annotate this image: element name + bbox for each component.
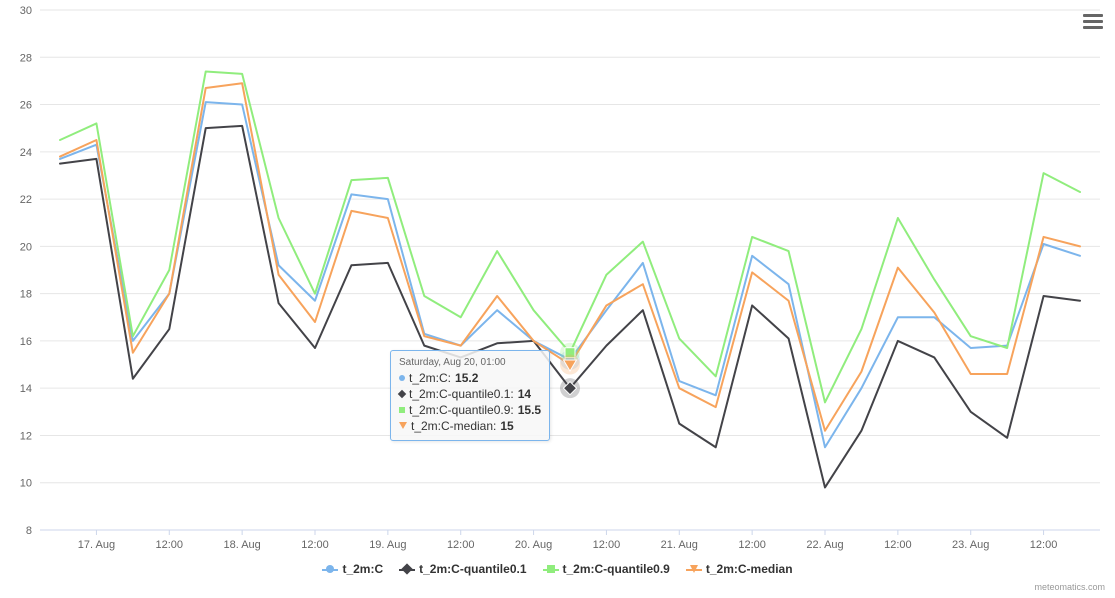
svg-text:26: 26: [20, 100, 32, 112]
svg-text:22. Aug: 22. Aug: [806, 539, 843, 551]
svg-text:23. Aug: 23. Aug: [952, 539, 989, 551]
svg-text:18: 18: [20, 289, 32, 301]
svg-text:12:00: 12:00: [301, 539, 329, 551]
legend-item[interactable]: t_2m:C-median: [686, 562, 793, 576]
legend-item[interactable]: t_2m:C-quantile0.1: [399, 562, 526, 576]
svg-text:14: 14: [20, 383, 32, 395]
svg-text:20: 20: [20, 241, 32, 253]
svg-text:16: 16: [20, 336, 32, 348]
hamburger-menu-icon[interactable]: [1081, 10, 1105, 32]
svg-text:12: 12: [20, 430, 32, 442]
svg-text:22: 22: [20, 194, 32, 206]
svg-text:12:00: 12:00: [593, 539, 621, 551]
svg-text:10: 10: [20, 478, 32, 490]
svg-text:24: 24: [20, 147, 32, 159]
chart-plot-area[interactable]: 8 10 12 14 16 18 20 22 24 26 28 30 17. Aug 12:00 18. A…: [0, 0, 1115, 598]
svg-text:17. Aug: 17. Aug: [78, 539, 115, 551]
legend-label: t_2m:C-quantile0.1: [419, 562, 526, 576]
svg-text:12:00: 12:00: [156, 539, 184, 551]
svg-text:12:00: 12:00: [884, 539, 912, 551]
credit-link[interactable]: meteomatics.com: [1034, 582, 1105, 592]
svg-text:30: 30: [20, 5, 32, 17]
svg-text:12:00: 12:00: [1030, 539, 1058, 551]
svg-text:8: 8: [26, 525, 32, 537]
svg-text:28: 28: [20, 52, 32, 64]
legend-label: t_2m:C: [342, 562, 383, 576]
svg-text:21. Aug: 21. Aug: [661, 539, 698, 551]
legend-label: t_2m:C-median: [706, 562, 793, 576]
svg-text:19. Aug: 19. Aug: [369, 539, 406, 551]
chart-container: 8 10 12 14 16 18 20 22 24 26 28 30 17. Aug 12:00 18. A…: [0, 0, 1115, 598]
legend-item[interactable]: t_2m:C-quantile0.9: [543, 562, 670, 576]
svg-text:18. Aug: 18. Aug: [223, 539, 260, 551]
svg-text:20. Aug: 20. Aug: [515, 539, 552, 551]
legend: t_2m:C t_2m:C-quantile0.1 t_2m:C-quantile0…: [0, 562, 1115, 576]
legend-label: t_2m:C-quantile0.9: [563, 562, 670, 576]
svg-text:12:00: 12:00: [738, 539, 766, 551]
legend-item[interactable]: t_2m:C: [322, 562, 383, 576]
svg-text:12:00: 12:00: [447, 539, 475, 551]
